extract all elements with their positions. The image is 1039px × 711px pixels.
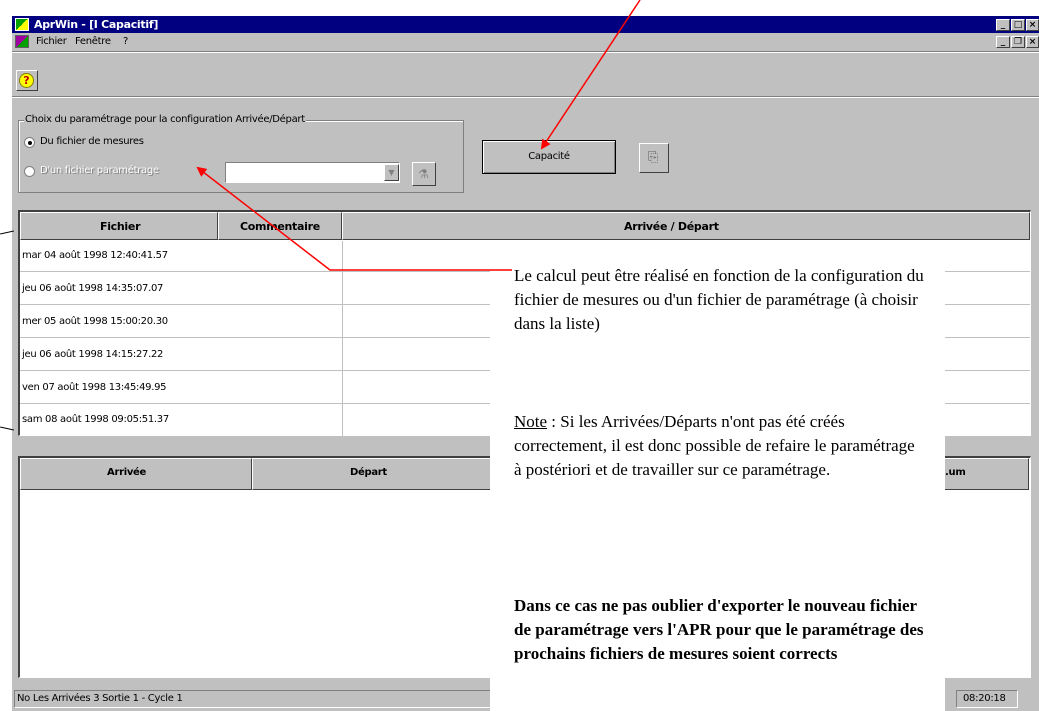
arrow-to-capacite bbox=[540, 0, 641, 150]
arrow-to-param-option bbox=[196, 166, 512, 271]
annotation-arrows bbox=[196, 0, 641, 271]
